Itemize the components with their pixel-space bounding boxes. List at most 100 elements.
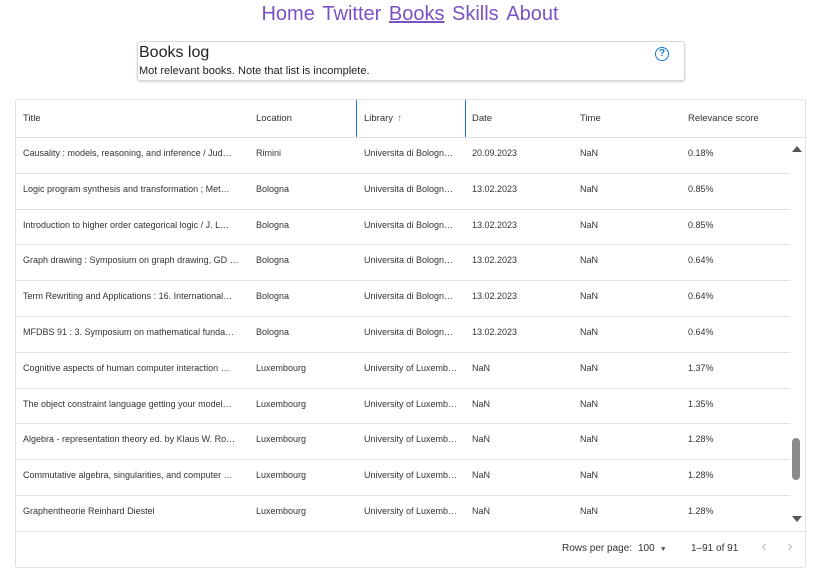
cell-relevance-score: 1.28%	[688, 470, 714, 481]
cell-location: Rimini	[256, 148, 282, 158]
scroll-down-arrow-icon[interactable]	[792, 516, 802, 522]
table-body: Causality : models, reasoning, and infer…	[16, 138, 790, 530]
cell-date: NaN	[472, 398, 491, 409]
cell-relevance-score: 0.64%	[688, 326, 714, 337]
cell-date: 13.02.2023	[472, 291, 518, 302]
cell-date: NaN	[472, 470, 491, 481]
table-row[interactable]: Commutative algebra, singularities, and …	[16, 460, 790, 496]
nav-home-link[interactable]: Home	[261, 3, 314, 25]
cell-title: Introduction to higher order categorical…	[23, 219, 230, 230]
sort-ascending-icon[interactable]: ↑	[397, 113, 402, 124]
cell-date: NaN	[472, 362, 491, 373]
table-row[interactable]: Cognitive aspects of human computer inte…	[16, 353, 790, 389]
cell-relevance-score: 0.64%	[688, 255, 714, 266]
cell-date: NaN	[472, 505, 491, 516]
cell-library: Universita di Bologn…	[364, 219, 454, 230]
scrollbar-thumb[interactable]	[792, 438, 800, 480]
cell-library: Universita di Bologn…	[364, 326, 454, 337]
cell-relevance-score: 0.85%	[688, 183, 714, 194]
cell-location: Bologna	[256, 219, 290, 230]
column-header-date[interactable]: Date	[472, 100, 572, 137]
rows-per-page-select[interactable]: 100 ▼	[638, 543, 667, 554]
table-row[interactable]: The object constraint language getting y…	[16, 389, 790, 425]
cell-title: MFDBS 91 : 3. Symposium on mathematical …	[23, 326, 235, 337]
cell-time: NaN	[580, 255, 599, 266]
page-subtitle: Mot relevant books. Note that list is in…	[139, 65, 370, 77]
table-row[interactable]: Introduction to higher order categorical…	[16, 210, 790, 246]
nav-twitter-link[interactable]: Twitter	[322, 3, 381, 25]
cell-time: NaN	[580, 148, 599, 158]
cell-relevance-score: 0.64%	[688, 291, 714, 302]
cell-location: Bologna	[256, 183, 290, 194]
nav-books-link[interactable]: Books	[389, 3, 445, 25]
cell-location: Luxembourg	[256, 505, 307, 516]
cell-location: Luxembourg	[256, 362, 307, 373]
cell-title: Causality : models, reasoning, and infer…	[23, 148, 232, 158]
cell-relevance-score: 1.28%	[688, 505, 714, 516]
column-header-library[interactable]: Library ↑	[356, 100, 466, 137]
cell-date: 13.02.2023	[472, 219, 518, 230]
cell-library: Universita di Bologn…	[364, 255, 454, 266]
cell-location: Luxembourg	[256, 434, 307, 445]
cell-time: NaN	[580, 434, 599, 445]
help-icon[interactable]: ?	[655, 47, 669, 61]
table-row[interactable]: MFDBS 91 : 3. Symposium on mathematical …	[16, 317, 790, 353]
previous-page-icon[interactable]: ‹	[756, 539, 772, 557]
cell-date: 13.02.2023	[472, 255, 518, 266]
table-row[interactable]: Causality : models, reasoning, and infer…	[16, 138, 790, 174]
cell-location: Luxembourg	[256, 470, 307, 481]
cell-date: 13.02.2023	[472, 326, 518, 337]
top-nav: Home Twitter Books Skills About	[0, 0, 820, 30]
column-header-relevance-score[interactable]: Relevance score	[688, 100, 798, 137]
cell-library: University of Luxemb…	[364, 398, 458, 409]
pagination-footer: Rows per page: 100 ▼ 1–91 of 91 ‹ ›	[16, 531, 805, 567]
books-log-card: Books log Mot relevant books. Note that …	[137, 41, 685, 81]
dropdown-caret-icon: ▼	[659, 546, 667, 553]
cell-date: 20.09.2023	[472, 148, 518, 158]
cell-time: NaN	[580, 362, 599, 373]
cell-location: Bologna	[256, 255, 290, 266]
cell-library: Universita di Bologn…	[364, 148, 454, 158]
cell-library: University of Luxemb…	[364, 362, 458, 373]
cell-library: University of Luxemb…	[364, 434, 458, 445]
table-row[interactable]: Logic program synthesis and transformati…	[16, 174, 790, 210]
nav-skills-link[interactable]: Skills	[452, 3, 499, 25]
rows-per-page-label: Rows per page:	[562, 543, 633, 554]
table-row[interactable]: Term Rewriting and Applications : 16. In…	[16, 281, 790, 317]
cell-library: University of Luxemb…	[364, 470, 458, 481]
cell-date: 13.02.2023	[472, 183, 518, 194]
books-data-grid: Title Location Library ↑ Date Time Releva…	[15, 99, 806, 568]
vertical-scrollbar[interactable]	[791, 138, 803, 530]
cell-title: Algebra - representation theory ed. by K…	[23, 434, 236, 445]
cell-time: NaN	[580, 183, 599, 194]
table-row[interactable]: Algebra - representation theory ed. by K…	[16, 424, 790, 461]
cell-library: Universita di Bologn…	[364, 291, 454, 302]
column-header-location[interactable]: Location	[256, 100, 356, 137]
cell-title: Cognitive aspects of human computer inte…	[23, 362, 230, 373]
cell-location: Bologna	[256, 326, 290, 337]
cell-relevance-score: 1.28%	[688, 434, 714, 445]
column-header-title[interactable]: Title	[23, 100, 248, 137]
cell-title: Graph drawing : Symposium on graph drawi…	[23, 255, 239, 266]
table-row[interactable]: Graph drawing : Symposium on graph drawi…	[16, 245, 790, 282]
nav-about-link[interactable]: About	[506, 3, 558, 25]
cell-date: NaN	[472, 434, 491, 445]
cell-library: University of Luxemb…	[364, 505, 458, 516]
next-page-icon[interactable]: ›	[782, 539, 798, 557]
column-header-time[interactable]: Time	[580, 100, 680, 137]
cell-title: Logic program synthesis and transformati…	[23, 183, 230, 194]
cell-time: NaN	[580, 326, 599, 337]
cell-time: NaN	[580, 470, 599, 481]
scroll-up-arrow-icon[interactable]	[792, 146, 802, 152]
cell-time: NaN	[580, 505, 599, 516]
cell-time: NaN	[580, 291, 599, 302]
pagination-range: 1–91 of 91	[691, 543, 739, 554]
cell-time: NaN	[580, 398, 599, 409]
cell-location: Bologna	[256, 291, 290, 302]
table-row[interactable]: Graphentheorie Reinhard Diestel Luxembour…	[16, 496, 790, 530]
cell-relevance-score: 0.18%	[688, 148, 714, 158]
cell-title: Term Rewriting and Applications : 16. In…	[23, 291, 233, 302]
cell-title: Commutative algebra, singularities, and …	[23, 470, 233, 481]
cell-title: The object constraint language getting y…	[23, 398, 232, 409]
page-title: Books log	[139, 44, 210, 61]
